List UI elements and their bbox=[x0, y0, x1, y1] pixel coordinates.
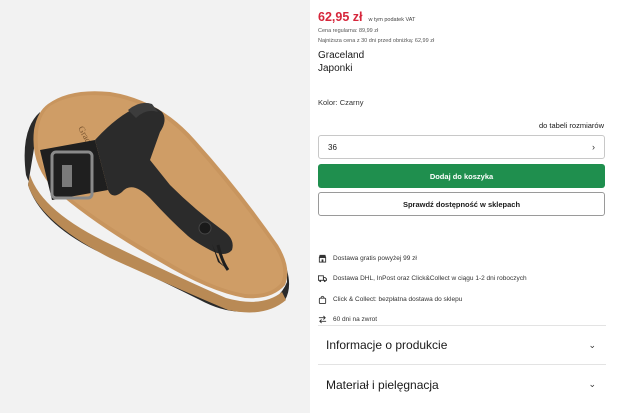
size-selected-value: 36 bbox=[328, 142, 337, 152]
truck-icon bbox=[318, 274, 327, 283]
benefit-item: Click & Collect: bezpłatna dostawa do sk… bbox=[318, 290, 606, 308]
size-select[interactable]: 36 › bbox=[318, 135, 605, 159]
lowest-price: Najniższa cena z 30 dni przed obniżką: 6… bbox=[318, 38, 435, 44]
price: 62,95 zł bbox=[318, 10, 363, 24]
benefit-text: Dostawa DHL, InPost oraz Click&Collect w… bbox=[333, 275, 527, 283]
chevron-right-icon: › bbox=[592, 142, 595, 152]
benefit-item: Dostawa DHL, InPost oraz Click&Collect w… bbox=[318, 270, 606, 288]
price-row: 62,95 zł w tym podatek VAT bbox=[318, 10, 415, 24]
chevron-down-icon: ⌄ bbox=[588, 379, 596, 389]
benefit-text: Dostawa gratis powyżej 99 zł bbox=[333, 254, 417, 262]
product-type: Japonki bbox=[318, 63, 353, 74]
benefits-list: Dostawa gratis powyżej 99 zł Dostawa DHL… bbox=[318, 249, 606, 331]
store-icon bbox=[318, 254, 327, 263]
benefit-text: 60 dni na zwrot bbox=[333, 316, 378, 324]
shopping-bag-icon bbox=[318, 295, 327, 304]
accordion-product-info[interactable]: Informacje o produkcie ⌄ bbox=[318, 325, 606, 364]
benefit-item: Dostawa gratis powyżej 99 zł bbox=[318, 249, 606, 267]
add-to-cart-button[interactable]: Dodaj do koszyka bbox=[318, 164, 605, 188]
color-label: Kolor: bbox=[318, 98, 338, 107]
accordion-title: Informacje o produkcie bbox=[326, 338, 448, 352]
color-row: Kolor: Czarny bbox=[318, 98, 363, 107]
brand-name[interactable]: Graceland bbox=[318, 50, 364, 61]
accordion-material-care[interactable]: Materiał i pielęgnacja ⌄ bbox=[318, 364, 606, 404]
accordion-title: Materiał i pielęgnacja bbox=[326, 377, 439, 392]
product-image[interactable]: Graceland bbox=[0, 0, 310, 413]
color-value: Czarny bbox=[339, 98, 364, 107]
chevron-down-icon: ⌄ bbox=[588, 339, 596, 350]
sandal-illustration: Graceland bbox=[24, 91, 290, 313]
size-table-link[interactable]: do tabeli rozmiarów bbox=[539, 121, 604, 130]
regular-price: Cena regularna: 89,99 zł bbox=[318, 28, 379, 34]
return-arrows-icon bbox=[318, 315, 327, 324]
check-availability-button[interactable]: Sprawdź dostępność w sklepach bbox=[318, 192, 605, 216]
benefit-text: Click & Collect: bezpłatna dostawa do sk… bbox=[333, 295, 463, 303]
vat-note: w tym podatek VAT bbox=[368, 17, 416, 23]
